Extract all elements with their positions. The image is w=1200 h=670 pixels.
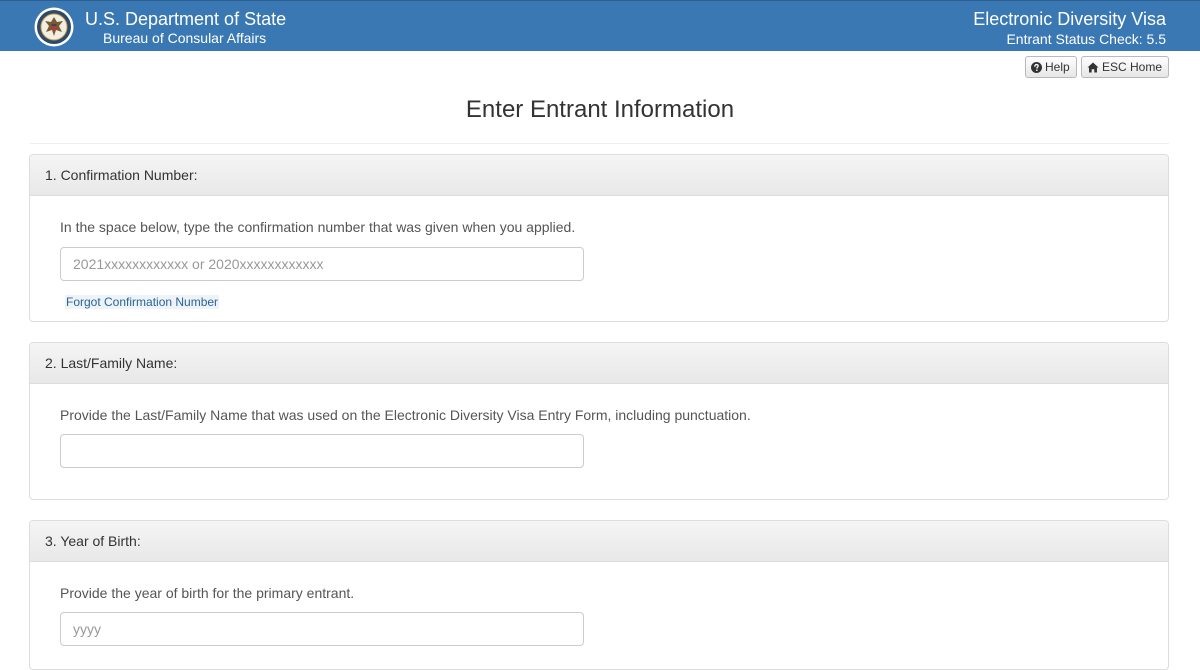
app-version: Entrant Status Check: 5.5 [1006, 31, 1166, 47]
app-title: Electronic Diversity Visa [973, 9, 1166, 29]
page-title: Enter Entrant Information [465, 96, 735, 123]
help-label: Help [1045, 60, 1070, 74]
forgot-confirmation-link[interactable]: Forgot Confirmation Number [65, 295, 220, 309]
header-bar: U.S. Department of State Bureau of Consu… [0, 0, 1200, 51]
confirmation-number-heading: 1. Confirmation Number: [30, 155, 1168, 196]
esc-home-label: ESC Home [1101, 60, 1162, 74]
last-name-heading: 2. Last/Family Name: [30, 343, 1168, 384]
year-of-birth-input[interactable] [60, 612, 584, 646]
confirmation-number-input[interactable] [60, 247, 584, 281]
year-of-birth-panel: 3. Year of Birth: Provide the year of bi… [29, 520, 1169, 670]
last-name-instruction: Provide the Last/Family Name that was us… [60, 407, 751, 423]
department-seal-icon [34, 7, 74, 47]
question-circle-icon [1031, 61, 1042, 73]
help-button[interactable]: Help [1025, 56, 1077, 78]
esc-home-button[interactable]: ESC Home [1081, 56, 1169, 78]
year-of-birth-heading: 3. Year of Birth: [30, 521, 1168, 562]
bureau-subtitle: Bureau of Consular Affairs [103, 30, 267, 46]
confirmation-number-instruction: In the space below, type the confirmatio… [60, 219, 576, 235]
last-name-panel: 2. Last/Family Name: Provide the Last/Fa… [29, 342, 1169, 500]
department-title: U.S. Department of State [85, 9, 287, 29]
home-icon [1087, 62, 1099, 72]
last-name-input[interactable] [60, 434, 584, 468]
confirmation-number-panel: 1. Confirmation Number: In the space bel… [29, 154, 1169, 322]
year-of-birth-instruction: Provide the year of birth for the primar… [60, 585, 355, 601]
title-divider [30, 143, 1169, 144]
